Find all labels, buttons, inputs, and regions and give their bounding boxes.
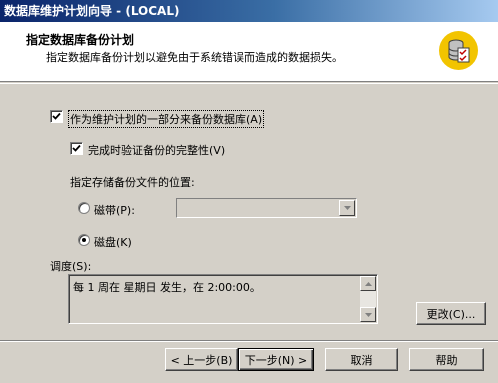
next-button[interactable]: 下一步(N) > — [238, 348, 314, 371]
database-checklist-icon — [439, 31, 478, 70]
tape-radio-label[interactable]: 磁带(P): — [94, 202, 135, 218]
checkmark-icon — [52, 112, 61, 120]
schedule-textbox[interactable]: 每 1 周在 星期日 发生，在 2:00:00。 — [68, 274, 378, 324]
cancel-button[interactable]: 取消 — [325, 348, 398, 371]
verify-backup-checkbox[interactable] — [70, 142, 83, 155]
arrow-up-icon — [364, 281, 372, 286]
scroll-down-button[interactable] — [360, 307, 376, 322]
schedule-scrollbar[interactable] — [360, 276, 376, 322]
disk-radio[interactable] — [78, 234, 90, 246]
checkmark-icon — [72, 144, 81, 152]
window-title: 数据库维护计划向导 - (LOCAL) — [0, 0, 498, 22]
scroll-up-button[interactable] — [360, 276, 376, 291]
schedule-label: 调度(S): — [50, 260, 92, 273]
tape-device-combo[interactable] — [176, 198, 357, 218]
verify-backup-label[interactable]: 完成时验证备份的完整性(V) — [88, 142, 225, 158]
backup-database-checkbox[interactable] — [50, 110, 63, 123]
chevron-down-icon — [343, 206, 351, 210]
header-subtitle: 指定数据库备份计划以避免由于系统错误而造成的数据损失。 — [46, 51, 343, 64]
disk-radio-label[interactable]: 磁盘(K) — [94, 234, 132, 250]
help-button[interactable]: 帮助 — [409, 348, 484, 371]
dropdown-button[interactable] — [339, 200, 355, 216]
header-title: 指定数据库备份计划 — [26, 33, 135, 47]
backup-database-label[interactable]: 作为维护计划的一部分来备份数据库(A) — [68, 110, 265, 128]
back-button[interactable]: < 上一步(B) — [165, 348, 238, 371]
tape-radio[interactable] — [78, 202, 90, 214]
wizard-header: 指定数据库备份计划 指定数据库备份计划以避免由于系统错误而造成的数据损失。 — [0, 22, 498, 82]
arrow-down-icon — [364, 312, 372, 317]
header-divider — [0, 83, 498, 84]
schedule-text: 每 1 周在 星期日 发生，在 2:00:00。 — [73, 281, 261, 294]
change-schedule-button[interactable]: 更改(C)... — [416, 302, 486, 325]
backup-location-label: 指定存储备份文件的位置: — [70, 176, 195, 189]
